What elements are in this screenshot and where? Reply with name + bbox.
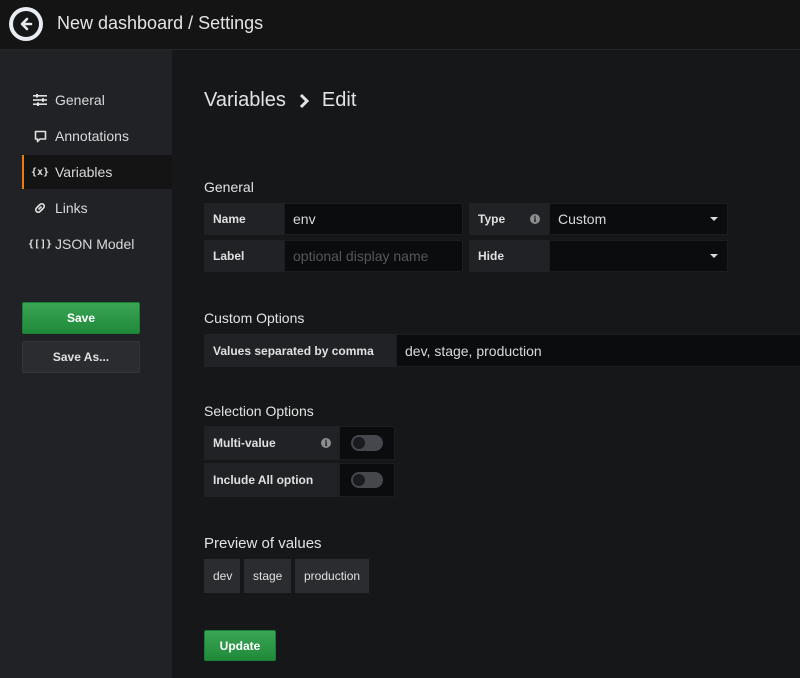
caret-down-icon <box>710 254 718 258</box>
top-bar: New dashboard / Settings <box>0 0 800 50</box>
hide-label: Hide <box>469 240 549 272</box>
breadcrumb-current: Edit <box>321 89 357 111</box>
type-label: Type i <box>469 203 549 235</box>
sidebar-item-annotations[interactable]: Annotations <box>22 119 172 153</box>
comment-icon <box>32 128 48 144</box>
preview-value-tag: dev <box>204 559 240 593</box>
json-icon: {[]} <box>27 238 53 250</box>
sidebar-item-json-model[interactable]: {[]} JSON Model <box>22 227 172 261</box>
general-section-title: General <box>204 179 254 195</box>
sidebar-item-general[interactable]: General <box>22 83 172 117</box>
link-icon <box>32 200 48 216</box>
values-label: Values separated by comma <box>204 334 396 367</box>
toggle-switch <box>351 472 383 488</box>
info-icon[interactable]: i <box>530 214 540 224</box>
info-icon[interactable]: i <box>321 438 331 448</box>
preview-value-tag: stage <box>244 559 291 593</box>
toggle-switch <box>351 435 383 451</box>
multi-value-label: Multi-value i <box>204 426 340 460</box>
custom-options-title: Custom Options <box>204 310 305 326</box>
multi-value-label-text: Multi-value <box>213 436 276 450</box>
caret-down-icon <box>710 217 718 221</box>
update-button[interactable]: Update <box>204 630 276 661</box>
name-label: Name <box>204 203 284 235</box>
page-title: New dashboard / Settings <box>57 13 264 33</box>
selection-options-title: Selection Options <box>204 403 314 419</box>
type-select[interactable]: Custom <box>549 203 728 235</box>
variable-icon: {x} <box>30 166 50 178</box>
label-field[interactable]: optional display name <box>284 240 463 272</box>
back-button[interactable] <box>9 7 43 41</box>
include-all-label: Include All option <box>204 463 340 497</box>
chevron-right-icon <box>298 93 310 109</box>
sidebar-item-label: Links <box>55 200 88 216</box>
sidebar-item-label: General <box>55 92 105 108</box>
save-button[interactable]: Save <box>22 302 140 334</box>
arrow-left-circle-icon <box>13 11 39 37</box>
multi-value-toggle[interactable] <box>339 426 395 460</box>
name-field[interactable]: env <box>284 203 463 235</box>
sidebar-item-label: JSON Model <box>55 236 135 252</box>
breadcrumb-parent[interactable]: Variables <box>204 89 286 112</box>
label-label: Label <box>204 240 284 272</box>
type-label-text: Type <box>478 212 506 226</box>
sidebar-item-label: Annotations <box>55 128 129 144</box>
hide-select[interactable] <box>549 240 728 272</box>
save-as-button[interactable]: Save As... <box>22 341 140 373</box>
sidebar-item-variables[interactable]: {x} Variables <box>22 155 172 189</box>
breadcrumb: Variables Edit <box>204 89 356 112</box>
preview-value-tag: production <box>295 559 369 593</box>
sidebar-item-links[interactable]: Links <box>22 191 172 225</box>
type-select-value: Custom <box>558 211 607 227</box>
sidebar-item-label: Variables <box>55 164 113 180</box>
sliders-icon <box>32 92 48 108</box>
values-field[interactable]: dev, stage, production <box>396 334 800 367</box>
include-all-toggle[interactable] <box>339 463 395 497</box>
preview-title: Preview of values <box>204 535 322 552</box>
